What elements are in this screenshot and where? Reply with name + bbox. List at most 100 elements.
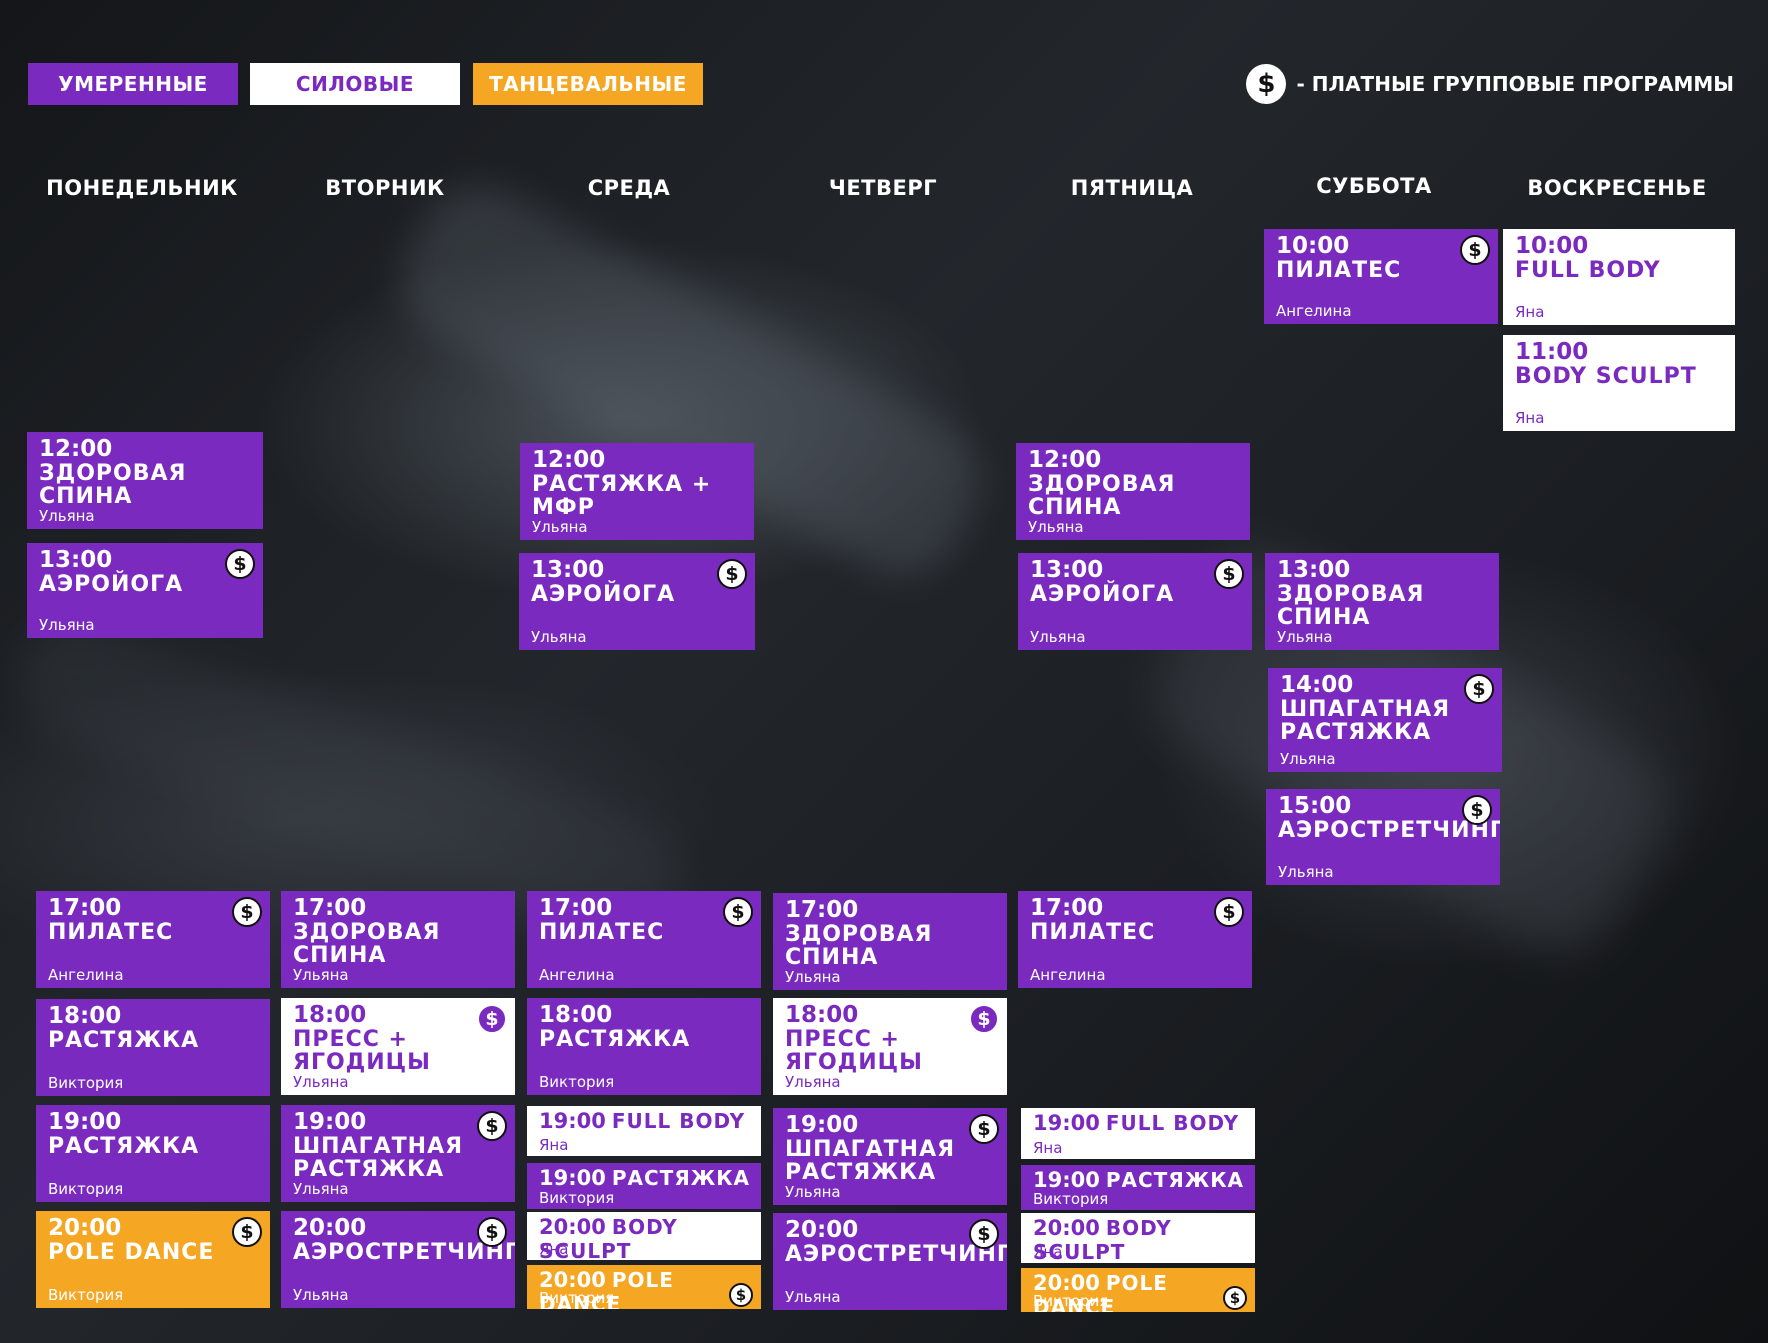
class-time: 20:00 [48,1215,122,1241]
class-card[interactable]: 12:00 РАСТЯЖКА + МФР Ульяна [520,443,754,540]
class-card[interactable]: 20:00 АЭРОСТРЕТЧИНГ Ульяна $ [773,1213,1007,1310]
class-card[interactable]: 15:00 АЭРОСТРЕТЧИНГ Ульяна $ [1266,789,1500,885]
class-title: ПИЛАТЕС [1276,258,1402,283]
day-header: СУББОТА [1316,174,1432,198]
class-title: АЭРОСТРЕТЧИНГ [293,1240,515,1265]
class-card[interactable]: 20:00 АЭРОСТРЕТЧИНГ Ульяна $ [281,1211,515,1308]
class-card[interactable]: 19:00 FULL BODY Яна [527,1106,761,1156]
class-card[interactable]: 17:00 ПИЛАТЕС Ангелина $ [36,891,270,988]
class-title: ПИЛАТЕС [48,920,174,945]
class-time: 17:00 [785,897,859,923]
class-time: 19:00 [539,1109,606,1133]
class-coach: Ульяна [785,968,841,986]
class-time: 19:00 [1033,1111,1100,1135]
class-time: 19:00 [293,1109,367,1135]
class-card[interactable]: 13:00 АЭРОЙОГА Ульяна $ [1018,553,1252,650]
class-coach: Ульяна [293,1073,349,1091]
class-time: 17:00 [293,895,367,921]
class-coach: Ульяна [532,518,588,536]
class-card[interactable]: 20:00 POLE DANCE Виктория $ [527,1265,761,1309]
class-title: POLE DANCE [48,1240,215,1265]
class-coach: Яна [539,1240,569,1258]
class-card[interactable]: 17:00 ЗДОРОВАЯ СПИНА Ульяна [773,893,1007,990]
class-card[interactable]: 20:00 BODY SCULPT Яна [527,1212,761,1260]
class-time: 17:00 [48,895,122,921]
class-coach: Виктория [539,1073,615,1091]
class-card[interactable]: 14:00 ШПАГАТНАЯ РАСТЯЖКА Ульяна $ [1268,668,1502,772]
class-card[interactable]: 19:00 FULL BODY Яна [1021,1108,1255,1159]
class-coach: Виктория [1033,1292,1109,1310]
dollar-icon: $ [1214,897,1244,927]
class-title: РАСТЯЖКА [48,1134,200,1159]
class-card[interactable]: 13:00 ЗДОРОВАЯ СПИНА Ульяна [1265,553,1499,650]
class-card[interactable]: 19:00 РАСТЯЖКА Виктория [36,1105,270,1202]
class-time: 10:00 [1276,233,1350,259]
dollar-icon: $ [477,1111,507,1141]
class-title: АЭРОЙОГА [531,582,676,607]
class-card[interactable]: 18:00 ПРЕСС + ЯГОДИЦЫ Ульяна $ [773,998,1007,1095]
class-time: 13:00 [1030,557,1104,583]
class-coach: Яна [1033,1243,1063,1261]
class-card[interactable]: 18:00 РАСТЯЖКА Виктория [527,998,761,1095]
class-time: 19:00 [48,1109,122,1135]
legend-dance: ТАНЦЕВАЛЬНЫЕ [473,63,703,105]
class-time: 10:00 [1515,233,1589,259]
class-title: ЗДОРОВАЯ СПИНА [1028,472,1176,520]
class-card[interactable]: 18:00 ПРЕСС + ЯГОДИЦЫ Ульяна $ [281,998,515,1095]
class-card[interactable]: 17:00 ЗДОРОВАЯ СПИНА Ульяна [281,891,515,988]
class-time: 12:00 [532,447,606,473]
class-coach: Виктория [539,1189,615,1207]
dollar-icon: $ [477,1217,507,1247]
class-coach: Ульяна [785,1073,841,1091]
class-coach: Ульяна [1278,863,1334,881]
class-card[interactable]: 11:00 BODY SCULPT Яна [1503,335,1735,431]
class-card[interactable]: 13:00 АЭРОЙОГА Ульяна $ [27,543,263,638]
class-title: АЭРОСТРЕТЧИНГ [1278,818,1500,843]
class-card[interactable]: 10:00 FULL BODY Яна [1503,229,1735,325]
class-title: ШПАГАТНАЯ РАСТЯЖКА [785,1137,956,1185]
class-time: 19:00 [1033,1168,1100,1192]
paid-legend-text: - ПЛАТНЫЕ ГРУППОВЫЕ ПРОГРАММЫ [1296,72,1734,96]
class-coach: Виктория [1033,1190,1109,1208]
class-title: FULL BODY [1105,1111,1240,1135]
class-card[interactable]: 12:00 ЗДОРОВАЯ СПИНА Ульяна [1016,443,1250,540]
dollar-icon: $ [1246,64,1287,104]
class-title: ЗДОРОВАЯ СПИНА [293,920,441,968]
class-coach: Ульяна [531,628,587,646]
class-time: 20:00 [293,1215,367,1241]
class-coach: Виктория [48,1286,124,1304]
class-card[interactable]: 20:00 POLE DANCE Виктория $ [36,1211,270,1308]
dollar-icon: $ [729,1283,753,1307]
class-card[interactable]: 12:00 ЗДОРОВАЯ СПИНА Ульяна [27,432,263,529]
class-card[interactable]: 18:00 РАСТЯЖКА Виктория [36,999,270,1096]
class-coach: Яна [1033,1139,1063,1157]
class-card[interactable]: 10:00 ПИЛАТЕС Ангелина $ [1264,229,1498,324]
class-title: ПРЕСС + ЯГОДИЦЫ [785,1027,923,1075]
class-card[interactable]: 20:00 BODY SCULPT Яна [1021,1213,1255,1263]
class-coach: Ульяна [39,616,95,634]
class-card[interactable]: 19:00 ШПАГАТНАЯ РАСТЯЖКА Ульяна $ [281,1105,515,1202]
class-title: ШПАГАТНАЯ РАСТЯЖКА [293,1134,464,1182]
class-card[interactable]: 19:00 ШПАГАТНАЯ РАСТЯЖКА Ульяна $ [773,1108,1007,1205]
class-card[interactable]: 17:00 ПИЛАТЕС Ангелина $ [527,891,761,988]
class-title: ПРЕСС + ЯГОДИЦЫ [293,1027,431,1075]
class-coach: Яна [1515,409,1545,427]
class-title: FULL BODY [611,1109,746,1133]
class-card[interactable]: 19:00 РАСТЯЖКА Виктория [527,1163,761,1209]
dollar-icon: $ [717,559,747,589]
class-coach: Ульяна [1280,750,1336,768]
class-card[interactable]: 17:00 ПИЛАТЕС Ангелина $ [1018,891,1252,988]
class-time: 18:00 [785,1002,859,1028]
day-header: СРЕДА [587,176,671,200]
class-card[interactable]: 19:00 РАСТЯЖКА Виктория [1021,1165,1255,1210]
day-header: ЧЕТВЕРГ [828,176,938,200]
class-card[interactable]: 20:00 POLE DANCE Виктория $ [1021,1268,1255,1312]
class-coach: Виктория [539,1289,615,1307]
class-time: 19:00 [539,1166,606,1190]
class-coach: Ульяна [293,1180,349,1198]
class-card[interactable]: 13:00 АЭРОЙОГА Ульяна $ [519,553,755,650]
dollar-icon: $ [1214,559,1244,589]
class-coach: Яна [539,1136,569,1154]
class-title: РАСТЯЖКА [48,1028,200,1053]
dollar-icon: $ [477,1004,507,1034]
